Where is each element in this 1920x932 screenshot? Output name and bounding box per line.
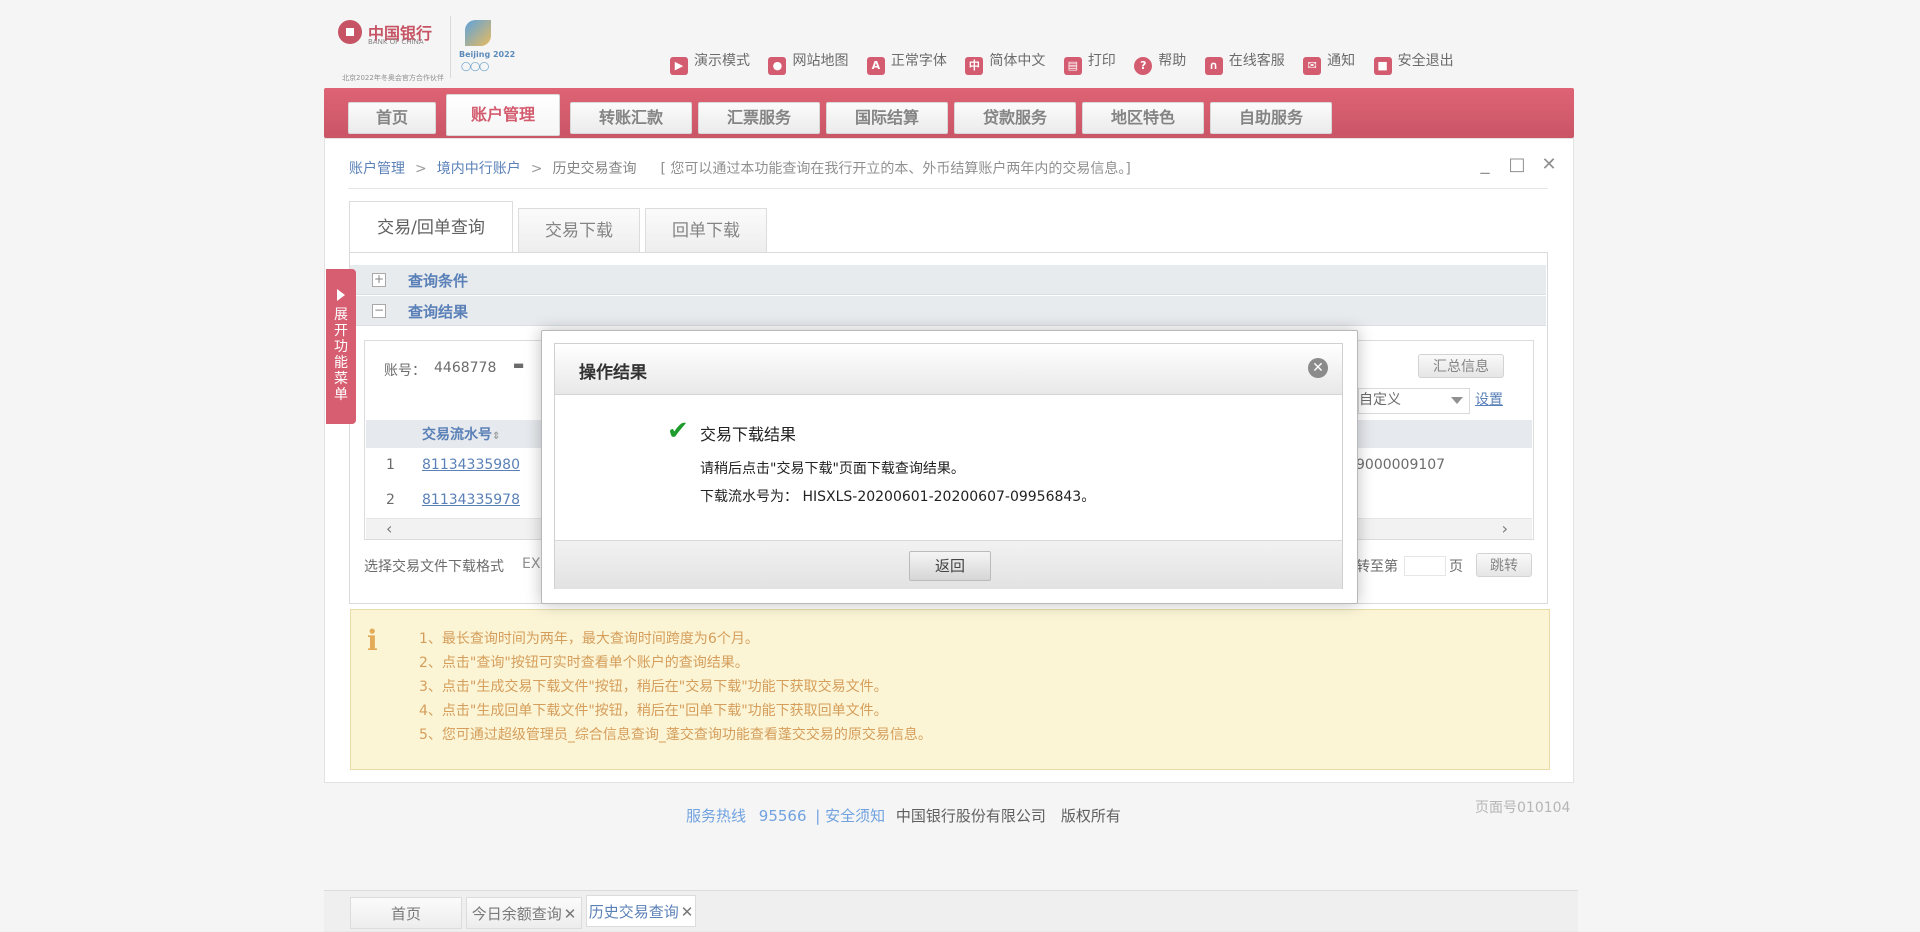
dialog-footer: 返回 (555, 540, 1342, 589)
success-check-icon: ✔ (667, 416, 689, 446)
dialog-download-serial: 下载流水号为： HISXLS-20200601-20200607-0995684… (700, 489, 1096, 505)
result-dialog: 操作结果 ✕ ✔ 交易下载结果 请稍后点击"交易下载"页面下载查询结果。 下载流… (541, 330, 1358, 604)
dialog-message-title: 交易下载结果 (700, 425, 797, 444)
close-icon[interactable]: ✕ (1308, 358, 1328, 378)
dialog-title: 操作结果 (579, 363, 647, 383)
dialog-message-line: 请稍后点击"交易下载"页面下载查询结果。 (700, 461, 965, 477)
dialog-body: 操作结果 ✕ ✔ 交易下载结果 请稍后点击"交易下载"页面下载查询结果。 下载流… (554, 343, 1343, 589)
dialog-header: 操作结果 ✕ (555, 344, 1342, 395)
return-button[interactable]: 返回 (909, 551, 991, 581)
